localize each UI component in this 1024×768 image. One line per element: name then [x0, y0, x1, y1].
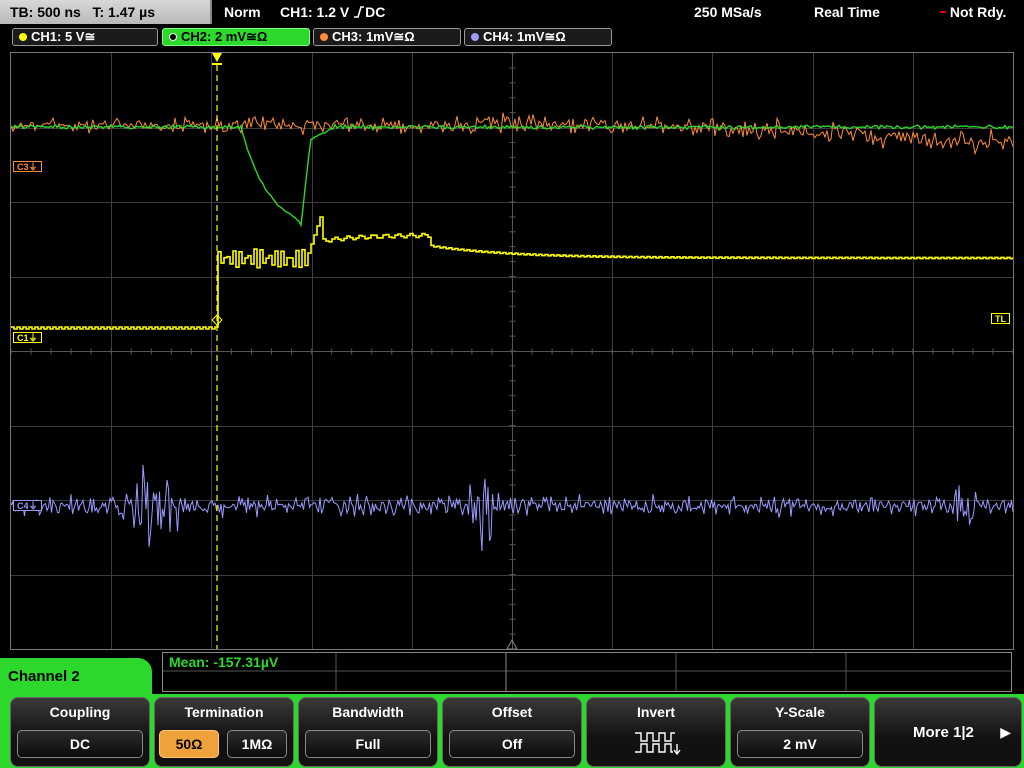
graticule	[11, 53, 1013, 649]
bandwidth-title: Bandwidth	[332, 704, 404, 720]
timebase-value: TB: 500 ns	[10, 4, 81, 20]
invert-title: Invert	[636, 704, 676, 720]
trigger-mode[interactable]: Norm	[224, 0, 261, 24]
trigger-level-label: TL	[995, 314, 1006, 324]
tab-ch2[interactable]: CH2: 2 mV≅Ω	[162, 28, 310, 46]
rising-edge-icon	[354, 6, 365, 18]
trigger-time-value: T: 1.47 µs	[92, 4, 156, 20]
bandwidth-softkey[interactable]: Bandwidth Full	[298, 697, 438, 767]
ch4-offset-marker[interactable]: C4⏚	[13, 500, 42, 511]
tab-ch4[interactable]: CH4: 1mV≅Ω	[464, 28, 612, 46]
ch1-offset-marker[interactable]: C1⏚	[13, 332, 42, 343]
trigger-coupling: DC	[365, 4, 386, 20]
ch3-offset-marker[interactable]: C3⏚	[13, 161, 42, 172]
yscale-softkey[interactable]: Y-Scale 2 mV	[730, 697, 870, 767]
timebase-box[interactable]: TB: 500 ns T: 1.47 µs	[0, 0, 212, 24]
ch1-color-dot-icon	[19, 33, 27, 41]
more-softkey[interactable]: More 1|2 ▶	[874, 697, 1022, 767]
termination-softkey[interactable]: Termination 50Ω 1MΩ	[154, 697, 294, 767]
next-page-arrow-icon: ▶	[1000, 724, 1011, 740]
trigger-status: Not Rdy.	[940, 0, 1006, 24]
trigger-level-marker[interactable]: TL	[991, 313, 1010, 324]
ch4-color-dot-icon	[471, 33, 479, 41]
termination-1mohm-option[interactable]: 1MΩ	[227, 730, 287, 758]
ch3-color-dot-icon	[320, 33, 328, 41]
offset-value[interactable]: Off	[449, 730, 575, 758]
trigger-position-icon	[212, 53, 222, 62]
measurement-panel: Mean: -157.31µV	[162, 652, 1012, 692]
yscale-value[interactable]: 2 mV	[737, 730, 863, 758]
status-indicator-icon	[940, 11, 946, 13]
offset-softkey[interactable]: Offset Off	[442, 697, 582, 767]
tab-ch2-label: CH2: 2 mV≅Ω	[181, 29, 268, 44]
termination-title: Termination	[184, 704, 264, 720]
ch2-color-dot-icon	[169, 33, 177, 41]
sample-rate: 250 MSa/s	[694, 4, 762, 20]
offset-title: Offset	[491, 704, 533, 720]
invert-waveform-icon	[635, 732, 681, 756]
more-label: More 1|2	[913, 724, 974, 741]
acquisition-mode: Real Time	[814, 4, 880, 20]
menu-title: Channel 2	[8, 668, 80, 685]
trigger-status-text: Not Rdy.	[949, 4, 1007, 20]
tab-ch3-label: CH3: 1mV≅Ω	[332, 29, 415, 44]
trigger-level-text: CH1: 1.2 V	[280, 4, 350, 20]
tab-ch1[interactable]: CH1: 5 V≅	[12, 28, 158, 46]
ch4-marker-label: C4	[17, 501, 29, 511]
ch1-marker-label: C1	[17, 333, 29, 343]
tab-ch3[interactable]: CH3: 1mV≅Ω	[313, 28, 461, 46]
yscale-title: Y-Scale	[775, 704, 825, 720]
termination-50ohm-option[interactable]: 50Ω	[159, 730, 219, 758]
coupling-softkey[interactable]: Coupling DC	[10, 697, 150, 767]
invert-softkey[interactable]: Invert	[586, 697, 726, 767]
tab-ch1-label: CH1: 5 V≅	[31, 29, 96, 44]
waveform-display[interactable]: C3⏚ C1⏚ C4⏚ TL	[10, 52, 1014, 650]
waveform-plot	[11, 53, 1013, 649]
measurement-grid	[163, 653, 1011, 691]
coupling-value[interactable]: DC	[17, 730, 143, 758]
coupling-title: Coupling	[49, 704, 111, 720]
trigger-info[interactable]: CH1: 1.2 V DC	[280, 0, 385, 24]
status-bar: TB: 500 ns T: 1.47 µs Norm CH1: 1.2 V DC…	[0, 0, 1024, 26]
ch3-marker-label: C3	[17, 162, 29, 172]
bandwidth-value[interactable]: Full	[305, 730, 431, 758]
tab-ch4-label: CH4: 1mV≅Ω	[483, 29, 566, 44]
